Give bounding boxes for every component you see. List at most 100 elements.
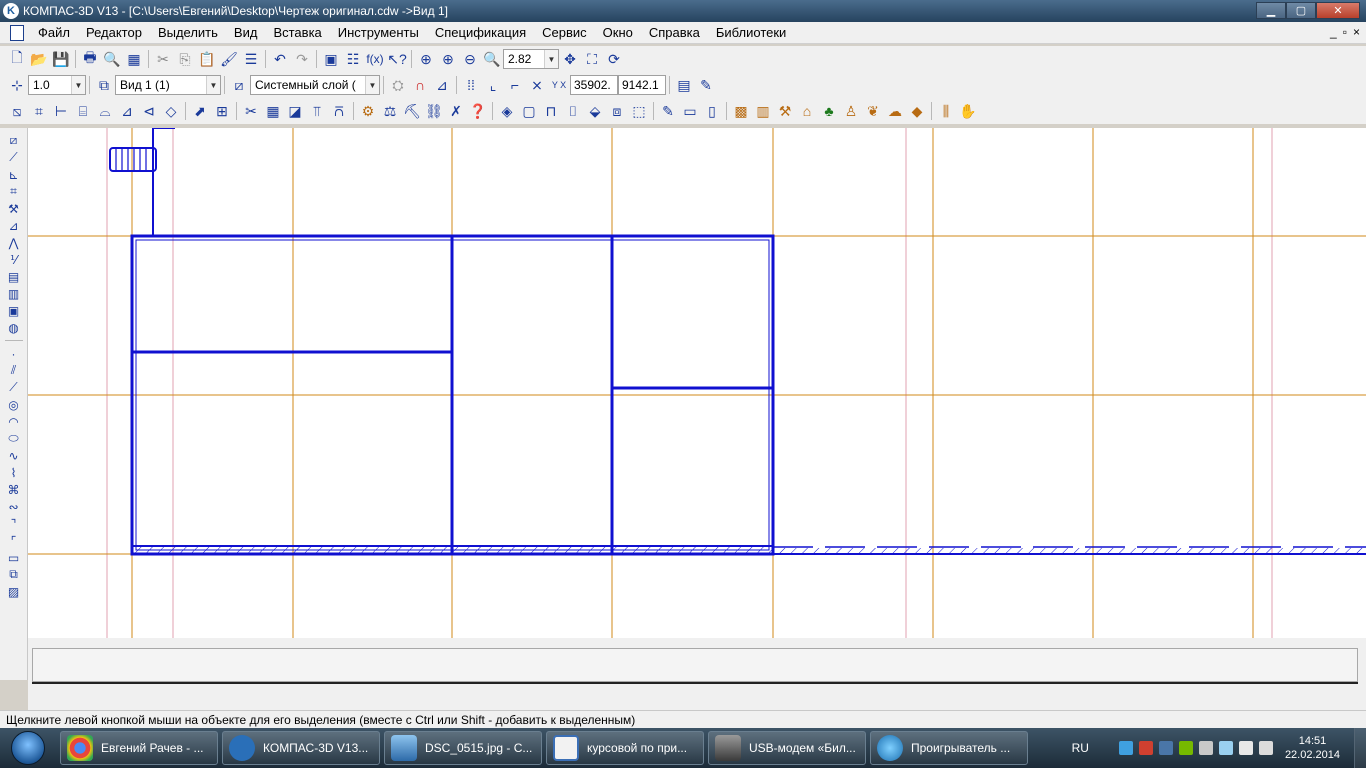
coord-x-field[interactable]: 35902.	[570, 75, 618, 95]
cut-icon[interactable]: ✂	[152, 48, 174, 70]
leader-icon[interactable]: ⌓	[94, 100, 116, 122]
nvidia-icon[interactable]	[1178, 741, 1193, 755]
measure-panel-icon[interactable]: ⊿	[4, 217, 24, 234]
sheet-icon[interactable]: ▭	[679, 100, 701, 122]
spline-icon[interactable]: ∾	[4, 498, 24, 515]
layer-combo[interactable]: Системный слой ( ▼	[250, 75, 380, 95]
spec-icon[interactable]: ✎	[657, 100, 679, 122]
show-desktop-button[interactable]	[1354, 728, 1366, 768]
point-icon[interactable]: ·	[4, 345, 24, 362]
bridge-icon[interactable]: ⩃	[328, 100, 350, 122]
chevron-down-icon[interactable]: ▼	[365, 76, 379, 94]
tree-icon[interactable]: ♣	[818, 100, 840, 122]
menu-libraries[interactable]: Библиотеки	[708, 25, 794, 40]
network-icon[interactable]	[1118, 741, 1133, 755]
person-icon[interactable]: ♙	[840, 100, 862, 122]
menu-insert[interactable]: Вставка	[265, 25, 329, 40]
paste-icon[interactable]: 📋	[196, 48, 218, 70]
local-cs-icon[interactable]: ⌞	[482, 74, 504, 96]
save-icon[interactable]: 💾	[50, 48, 72, 70]
properties-input-area[interactable]	[32, 648, 1358, 682]
pen-icon[interactable]: ✎	[695, 74, 717, 96]
arc-icon[interactable]: ◠	[4, 413, 24, 430]
open-icon[interactable]: 📂	[28, 48, 50, 70]
close-icon[interactable]: ✕	[1316, 2, 1360, 19]
fillet-icon[interactable]: ⌜	[4, 532, 24, 549]
new-document-icon[interactable]: 🗋	[6, 48, 28, 70]
catalog-icon[interactable]: ⛏	[401, 100, 423, 122]
menu-editor[interactable]: Редактор	[78, 25, 150, 40]
cloud-icon[interactable]: ☁	[884, 100, 906, 122]
grid-icon[interactable]: ⁞⁞	[460, 74, 482, 96]
menu-help[interactable]: Справка	[641, 25, 708, 40]
menu-tools[interactable]: Инструменты	[330, 25, 427, 40]
taskbar-button-chrome[interactable]: Евгений Рачев - ...	[60, 731, 218, 765]
chevron-down-icon[interactable]: ▼	[544, 50, 558, 68]
spec-panel-icon[interactable]: ▤	[4, 268, 24, 285]
library-icon[interactable]: ⚙	[357, 100, 379, 122]
ortho-icon[interactable]: ⌐	[504, 74, 526, 96]
foundation-strip[interactable]	[131, 545, 1366, 555]
coord-y-field[interactable]: 9142.1	[618, 75, 666, 95]
view-state-icon[interactable]: ⧉	[93, 74, 115, 96]
nurbs-icon[interactable]: ⌘	[4, 481, 24, 498]
column-icon[interactable]: ▢	[518, 100, 540, 122]
library-manager-icon[interactable]: ☷	[342, 48, 364, 70]
contour-icon[interactable]: ⧉	[4, 566, 24, 583]
house-icon[interactable]: ⌂	[796, 100, 818, 122]
hand-icon[interactable]: ✋	[957, 100, 979, 122]
vk-icon[interactable]	[1158, 741, 1173, 755]
segment-icon[interactable]: ⟋	[4, 379, 24, 396]
fasteners-icon[interactable]: ⛓	[423, 100, 445, 122]
flag-icon[interactable]	[1238, 741, 1253, 755]
zoom-window-icon[interactable]: ⊕	[415, 48, 437, 70]
menu-file[interactable]: Файл	[30, 25, 78, 40]
array-icon[interactable]: ⊞	[211, 100, 233, 122]
stair-symbol[interactable]	[109, 128, 175, 236]
properties-icon[interactable]: ☰	[240, 48, 262, 70]
menu-service[interactable]: Сервис	[534, 25, 595, 40]
door-icon[interactable]: ⊓	[540, 100, 562, 122]
menu-select[interactable]: Выделить	[150, 25, 226, 40]
print-preview-icon[interactable]: 🔍	[101, 48, 123, 70]
chevron-down-icon[interactable]: ▼	[71, 76, 85, 94]
copy-icon[interactable]: ⎘	[174, 48, 196, 70]
clock[interactable]: 14:51 22.02.2014	[1285, 734, 1340, 762]
weld-icon[interactable]: ⫪	[306, 100, 328, 122]
antivirus-icon[interactable]	[1138, 741, 1153, 755]
menu-specification[interactable]: Спецификация	[427, 25, 534, 40]
car-icon[interactable]: ◆	[906, 100, 928, 122]
menu-view[interactable]: Вид	[226, 25, 266, 40]
doc-minimize-icon[interactable]: _	[1330, 25, 1337, 39]
variables-icon[interactable]: f(x)	[364, 48, 386, 70]
edit-icon[interactable]: ⬈	[189, 100, 211, 122]
drawing-canvas[interactable]	[28, 128, 1366, 638]
polyline-icon[interactable]: ∿	[4, 447, 24, 464]
geometry-panel-icon[interactable]: ⧄	[4, 132, 24, 149]
dimensions-panel-icon[interactable]: ⟋	[4, 149, 24, 166]
maximize-icon[interactable]: ▢	[1286, 2, 1316, 19]
linear-dim-icon[interactable]: ⊢	[50, 100, 72, 122]
redo-icon[interactable]: ↷	[291, 48, 313, 70]
help-pointer-icon[interactable]: ↖?	[386, 48, 408, 70]
sheet-panel-icon[interactable]: ◍	[4, 319, 24, 336]
designations-panel-icon[interactable]: ⊾	[4, 166, 24, 183]
snap-grid-icon[interactable]: ⊹	[6, 74, 28, 96]
cabinet-icon[interactable]: ▥	[752, 100, 774, 122]
fill-icon[interactable]: ◪	[284, 100, 306, 122]
room-icon[interactable]: ⬚	[628, 100, 650, 122]
zoom-combo[interactable]: 2.82 ▼	[503, 49, 559, 69]
scale-combo[interactable]: 1.0 ▼	[28, 75, 86, 95]
tolerance-icon[interactable]: ◇	[160, 100, 182, 122]
window-element-icon[interactable]: ⌷	[562, 100, 584, 122]
reports-panel-icon[interactable]: ▥	[4, 285, 24, 302]
pan-icon[interactable]: ✥	[559, 48, 581, 70]
taskbar-button-kompas[interactable]: КОМПАС-3D V13...	[222, 731, 380, 765]
refresh-icon[interactable]: ⟳	[603, 48, 625, 70]
volume-icon[interactable]	[1258, 741, 1273, 755]
doc-close-icon[interactable]: ×	[1353, 25, 1360, 39]
fence-icon[interactable]: ⫼	[935, 100, 957, 122]
report-icon[interactable]: ▤	[673, 74, 695, 96]
hatch-tool-icon[interactable]: ▨	[4, 583, 24, 600]
zoom-scale-icon[interactable]: 🔍	[481, 48, 503, 70]
